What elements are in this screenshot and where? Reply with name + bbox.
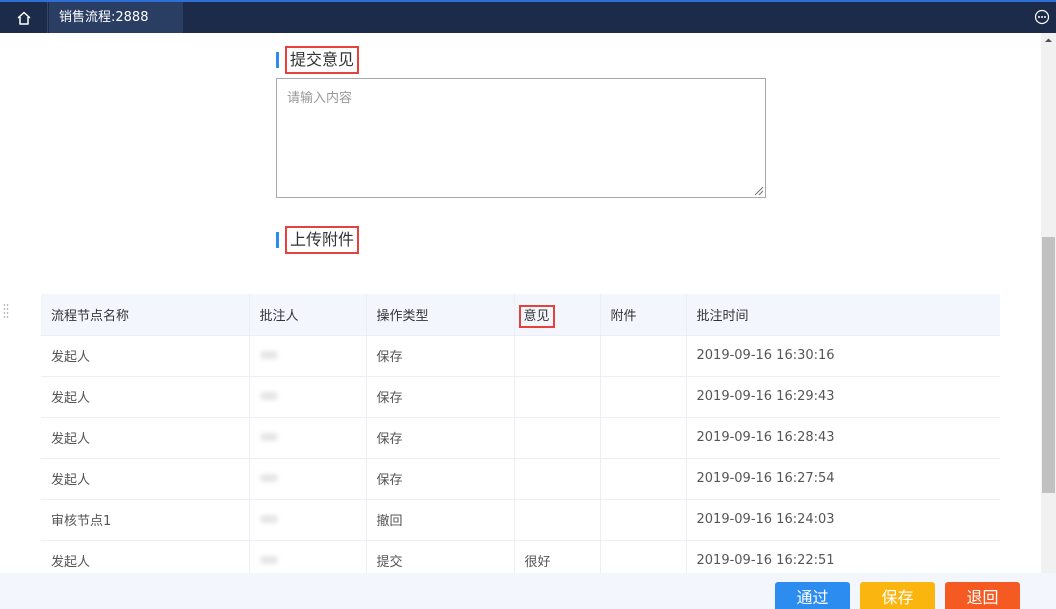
vertical-scrollbar[interactable] bbox=[1041, 33, 1056, 573]
cell-opinion bbox=[514, 499, 601, 541]
cell-annotator bbox=[249, 540, 367, 573]
main-content: 提交意见 上传附件 流程节点名称 批注人 操作类型 意见 附件 bbox=[0, 33, 1041, 573]
cell-annotator bbox=[249, 335, 367, 377]
cell-time: 2019-09-16 16:28:43 bbox=[686, 417, 1000, 459]
cell-node: 发起人 bbox=[41, 540, 250, 573]
cell-operation: 保存 bbox=[366, 458, 515, 500]
blurred-name bbox=[259, 556, 278, 564]
table-row: 发起人 保存 2019-09-16 16:27:54 bbox=[41, 458, 1000, 500]
drag-handle-icon[interactable] bbox=[3, 303, 9, 319]
cell-time: 2019-09-16 16:30:16 bbox=[686, 335, 1000, 377]
cell-opinion bbox=[514, 458, 601, 500]
cell-opinion bbox=[514, 335, 601, 377]
action-footer: 通过 保存 退回 bbox=[0, 573, 1056, 609]
save-button[interactable]: 保存 bbox=[860, 582, 935, 609]
column-header-operation: 操作类型 bbox=[366, 294, 515, 336]
cell-time: 2019-09-16 16:22:51 bbox=[686, 540, 1000, 573]
more-options-icon[interactable] bbox=[1034, 9, 1050, 25]
home-button[interactable] bbox=[0, 2, 48, 33]
cell-node: 审核节点1 bbox=[41, 499, 250, 541]
section-marker bbox=[276, 52, 279, 68]
scrollbar-thumb[interactable] bbox=[1042, 237, 1055, 493]
blurred-name bbox=[259, 433, 278, 441]
cell-attachment bbox=[600, 335, 687, 377]
cell-attachment bbox=[600, 499, 687, 541]
table-row: 发起人 保存 2019-09-16 16:28:43 bbox=[41, 417, 1000, 459]
column-header-annotator: 批注人 bbox=[249, 294, 367, 336]
cell-node: 发起人 bbox=[41, 417, 250, 459]
cell-annotator bbox=[249, 499, 367, 541]
column-header-attachment: 附件 bbox=[600, 294, 687, 336]
cell-operation: 撤回 bbox=[366, 499, 515, 541]
cell-opinion bbox=[514, 376, 601, 418]
opinion-input[interactable] bbox=[276, 78, 766, 198]
cell-annotator bbox=[249, 376, 367, 418]
cell-annotator bbox=[249, 458, 367, 500]
cell-time: 2019-09-16 16:27:54 bbox=[686, 458, 1000, 500]
cell-operation: 保存 bbox=[366, 417, 515, 459]
resize-grip-icon[interactable] bbox=[753, 185, 764, 196]
column-header-node: 流程节点名称 bbox=[41, 294, 250, 336]
cell-opinion bbox=[514, 417, 601, 459]
blurred-name bbox=[259, 474, 278, 482]
cell-node: 发起人 bbox=[41, 458, 250, 500]
column-header-opinion: 意见 bbox=[514, 294, 601, 336]
section-marker bbox=[276, 232, 279, 248]
table-row: 发起人 提交 很好 2019-09-16 16:22:51 bbox=[41, 540, 1000, 573]
tab-sales-process[interactable]: 销售流程:2888 bbox=[49, 2, 183, 33]
approval-history-table: 流程节点名称 批注人 操作类型 意见 附件 批注时间 发起人 保存 2019-0… bbox=[41, 294, 1000, 573]
attachment-title-label[interactable]: 上传附件 bbox=[285, 226, 360, 254]
cell-operation: 提交 bbox=[366, 540, 515, 573]
home-icon bbox=[16, 11, 31, 25]
blurred-name bbox=[259, 392, 278, 400]
cell-time: 2019-09-16 16:24:03 bbox=[686, 499, 1000, 541]
column-header-time: 批注时间 bbox=[686, 294, 1000, 336]
cell-attachment bbox=[600, 376, 687, 418]
cell-time: 2019-09-16 16:29:43 bbox=[686, 376, 1000, 418]
table-header-row: 流程节点名称 批注人 操作类型 意见 附件 批注时间 bbox=[41, 294, 1000, 336]
opinion-title-label: 提交意见 bbox=[285, 46, 360, 74]
cell-attachment bbox=[600, 417, 687, 459]
cell-annotator bbox=[249, 417, 367, 459]
scroll-up-arrow-icon[interactable] bbox=[1041, 33, 1056, 48]
cell-operation: 保存 bbox=[366, 335, 515, 377]
blurred-name bbox=[259, 515, 278, 523]
top-bar: 销售流程:2888 bbox=[0, 0, 1056, 33]
table-row: 审核节点1 撤回 2019-09-16 16:24:03 bbox=[41, 499, 1000, 541]
table-row: 发起人 保存 2019-09-16 16:29:43 bbox=[41, 376, 1000, 418]
cell-node: 发起人 bbox=[41, 335, 250, 377]
cell-attachment bbox=[600, 540, 687, 573]
table-row: 发起人 保存 2019-09-16 16:30:16 bbox=[41, 335, 1000, 377]
blurred-name bbox=[259, 351, 278, 359]
cell-operation: 保存 bbox=[366, 376, 515, 418]
pass-button[interactable]: 通过 bbox=[775, 582, 850, 609]
cell-attachment bbox=[600, 458, 687, 500]
opinion-header-label: 意见 bbox=[518, 304, 555, 328]
cell-opinion: 很好 bbox=[514, 540, 601, 573]
cell-node: 发起人 bbox=[41, 376, 250, 418]
return-button[interactable]: 退回 bbox=[945, 582, 1020, 609]
